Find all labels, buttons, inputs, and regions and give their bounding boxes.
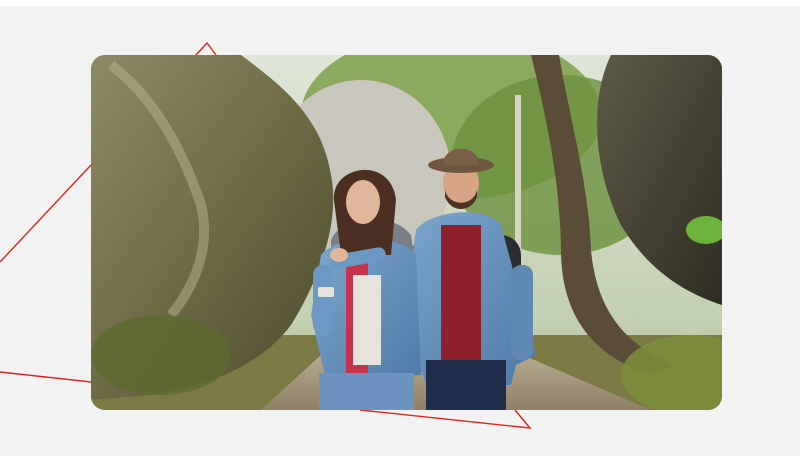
woman-shirt — [353, 275, 381, 365]
man-arm — [511, 265, 533, 360]
left-boulder-moss — [91, 315, 231, 395]
hero-photo — [91, 55, 722, 410]
decorative-line-upper-left — [0, 164, 92, 263]
page — [0, 0, 800, 456]
woman-hand — [330, 248, 348, 262]
woman-face — [346, 180, 380, 224]
smartphone-icon — [318, 287, 334, 297]
decorative-line-bottom — [359, 409, 532, 429]
woman-jeans — [319, 373, 414, 410]
photo-illustration — [91, 55, 722, 410]
man-jeans — [426, 360, 506, 410]
woman-arm-phone — [313, 265, 333, 335]
decorative-line-lower-left — [0, 371, 92, 383]
